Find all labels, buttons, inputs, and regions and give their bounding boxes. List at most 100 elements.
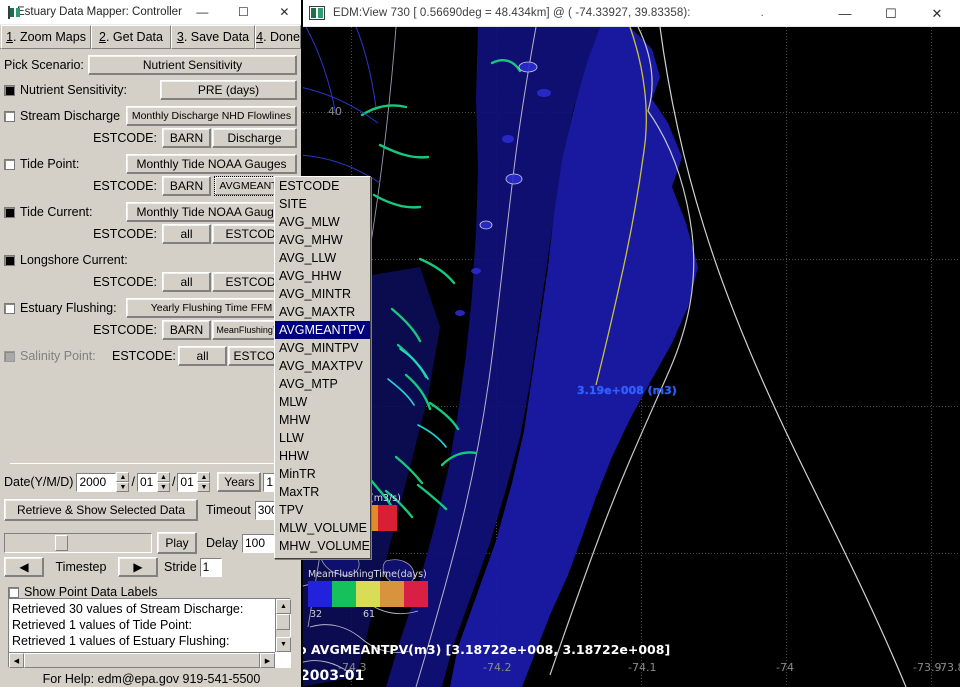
estcode-button-tide-current[interactable]: all xyxy=(162,224,211,244)
map-close-button[interactable]: ✕ xyxy=(914,0,960,27)
stride-label: Stride xyxy=(164,560,197,574)
timestep-prev-button[interactable]: ◀ xyxy=(4,557,44,577)
stepper-up-icon[interactable]: ▲ xyxy=(157,472,170,482)
date-sep-2: / xyxy=(172,475,175,489)
stride-input[interactable]: 1 xyxy=(200,558,222,577)
source-button-tide-current[interactable]: Monthly Tide NOAA Gauges xyxy=(126,202,297,222)
dropdown-item[interactable]: MaxTR xyxy=(275,483,370,501)
dropdown-item[interactable]: LLW xyxy=(275,429,370,447)
legend-swatch xyxy=(308,581,332,607)
dropdown-item[interactable]: MLW_VOLUME xyxy=(275,519,370,537)
vscroll-thumb[interactable] xyxy=(276,614,290,630)
dropdown-item[interactable]: MLW xyxy=(275,393,370,411)
get-data-panel: Pick Scenario: Nutrient Sensitivity Nutr… xyxy=(0,54,301,603)
date-year-input[interactable]: 2000 xyxy=(76,473,116,492)
dropdown-item[interactable]: AVG_HHW xyxy=(275,267,370,285)
dropdown-item[interactable]: AVG_MAXTR xyxy=(275,303,370,321)
controller-close-button[interactable]: ✕ xyxy=(264,0,305,25)
controller-maximize-button[interactable]: ☐ xyxy=(223,0,264,25)
dropdown-item[interactable]: MHW_VOLUME xyxy=(275,537,370,555)
dropdown-item[interactable]: AVG_LLW xyxy=(275,249,370,267)
checkbox-estuary-flushing[interactable] xyxy=(4,303,15,314)
dropdown-item-selected[interactable]: AVGMEANTPV xyxy=(275,321,370,339)
dropdown-item[interactable]: MHW xyxy=(275,411,370,429)
estcode-button-longshore-current[interactable]: all xyxy=(162,272,211,292)
legend-flushing-tick-low: 32 xyxy=(310,609,322,620)
checkbox-show-point-data-labels[interactable] xyxy=(8,587,19,598)
date-year-stepper[interactable]: ▲ ▼ xyxy=(116,472,129,492)
tab-zoom-maps[interactable]: 1. Zoom Maps xyxy=(1,25,91,49)
dataset-label-tide-current: Tide Current: xyxy=(20,205,126,219)
timestep-slider[interactable] xyxy=(4,533,152,553)
map-maximize-button[interactable]: ☐ xyxy=(868,0,914,27)
stepper-up-icon[interactable]: ▲ xyxy=(116,472,129,482)
map-canvas[interactable]: -74.3 -74.2 -74.1 -74 -73.9 -73.8 40 3.1… xyxy=(300,27,960,687)
source-button-tide-point[interactable]: Monthly Tide NOAA Gauges xyxy=(126,154,297,174)
timestep-label: Timestep xyxy=(44,560,118,574)
checkbox-longshore-current[interactable] xyxy=(4,255,15,266)
controller-window-title: Estuary Data Mapper: Controller xyxy=(17,6,182,18)
estcode-button-tide-point[interactable]: BARN xyxy=(162,176,211,196)
scroll-right-icon[interactable]: ▶ xyxy=(260,653,275,668)
scroll-down-icon[interactable]: ▼ xyxy=(276,637,291,652)
dropdown-item[interactable]: AVG_MAXTPV xyxy=(275,357,370,375)
scroll-left-icon[interactable]: ◀ xyxy=(9,653,24,668)
date-month-stepper[interactable]: ▲ ▼ xyxy=(157,472,170,492)
play-button[interactable]: Play xyxy=(157,532,197,554)
stepper-down-icon[interactable]: ▼ xyxy=(157,482,170,492)
dropdown-item[interactable]: AVG_MLW xyxy=(275,213,370,231)
dropdown-item[interactable]: TPV xyxy=(275,501,370,519)
estcode-button-salinity-point[interactable]: all xyxy=(178,346,227,366)
pick-scenario-button[interactable]: Nutrient Sensitivity xyxy=(88,55,297,75)
hscroll-thumb[interactable] xyxy=(24,653,260,668)
source-button-stream-discharge[interactable]: Monthly Discharge NHD Flowlines xyxy=(126,106,297,126)
log-vertical-scrollbar[interactable]: ▲ ▼ xyxy=(275,599,290,652)
stepper-up-icon[interactable]: ▲ xyxy=(197,472,210,482)
dropdown-item[interactable]: MinTR xyxy=(275,465,370,483)
checkbox-tide-point[interactable] xyxy=(4,159,15,170)
log-horizontal-scrollbar[interactable]: ◀ ▶ xyxy=(9,652,275,667)
log-line: Retrieved 30 values of Stream Discharge: xyxy=(12,601,287,617)
controller-titlebar[interactable]: Estuary Data Mapper: Controller — ☐ ✕ xyxy=(0,0,301,25)
dropdown-item[interactable]: AVG_MHW xyxy=(275,231,370,249)
tab-get-data[interactable]: 2. Get Data xyxy=(91,25,171,49)
retrieve-button[interactable]: Retrieve & Show Selected Data xyxy=(4,499,198,521)
dataset-label-estuary-flushing: Estuary Flushing: xyxy=(20,301,126,315)
dataset-label-salinity-point: Salinity Point: xyxy=(20,349,112,363)
scroll-up-icon[interactable]: ▲ xyxy=(276,599,291,614)
checkbox-nutrient-sensitivity[interactable] xyxy=(4,85,15,96)
dropdown-item[interactable]: AVG_MINTPV xyxy=(275,339,370,357)
map-minimize-button[interactable]: — xyxy=(822,0,868,27)
tab-label: . Get Data xyxy=(106,30,163,44)
date-month-input[interactable]: 01 xyxy=(137,473,157,492)
source-button-nutrient-sensitivity[interactable]: PRE (days) xyxy=(160,80,297,100)
controller-minimize-button[interactable]: — xyxy=(182,0,223,25)
dropdown-item[interactable]: ESTCODE xyxy=(275,177,370,195)
variable-button-stream-discharge[interactable]: Discharge xyxy=(212,128,297,148)
date-units-button[interactable]: Years xyxy=(217,472,261,492)
tab-done[interactable]: 4. Done xyxy=(255,25,301,49)
dropdown-item[interactable]: SITE xyxy=(275,195,370,213)
checkbox-stream-discharge[interactable] xyxy=(4,111,15,122)
timestep-next-button[interactable]: ▶ xyxy=(118,557,158,577)
estcode-button-estuary-flushing[interactable]: BARN xyxy=(162,320,211,340)
stepper-down-icon[interactable]: ▼ xyxy=(116,482,129,492)
dropdown-item[interactable]: AVG_MTP xyxy=(275,375,370,393)
controller-window: Estuary Data Mapper: Controller — ☐ ✕ 1.… xyxy=(0,0,303,687)
date-day-input[interactable]: 01 xyxy=(177,473,197,492)
checkbox-tide-current[interactable] xyxy=(4,207,15,218)
stepper-down-icon[interactable]: ▼ xyxy=(197,482,210,492)
tab-save-data[interactable]: 3. Save Data xyxy=(171,25,255,49)
map-window: EDM:View 730 [ 0.56690deg = 48.434km] @ … xyxy=(300,0,960,687)
estcode-button-stream-discharge[interactable]: BARN xyxy=(162,128,211,148)
log-output-box[interactable]: Retrieved 30 values of Stream Discharge:… xyxy=(8,598,291,668)
legend-flushing-title: MeanFlushingTime(days) xyxy=(308,569,427,580)
source-button-estuary-flushing[interactable]: Yearly Flushing Time FFM xyxy=(126,298,297,318)
variable-dropdown-list[interactable]: ESTCODE SITE AVG_MLW AVG_MHW AVG_LLW AVG… xyxy=(274,176,371,559)
map-titlebar[interactable]: EDM:View 730 [ 0.56690deg = 48.434km] @ … xyxy=(300,0,960,27)
legend-discharge-swatches xyxy=(368,505,397,531)
date-day-stepper[interactable]: ▲ ▼ xyxy=(197,472,210,492)
slider-thumb[interactable] xyxy=(55,535,68,551)
dropdown-item[interactable]: AVG_MINTR xyxy=(275,285,370,303)
dropdown-item[interactable]: HHW xyxy=(275,447,370,465)
